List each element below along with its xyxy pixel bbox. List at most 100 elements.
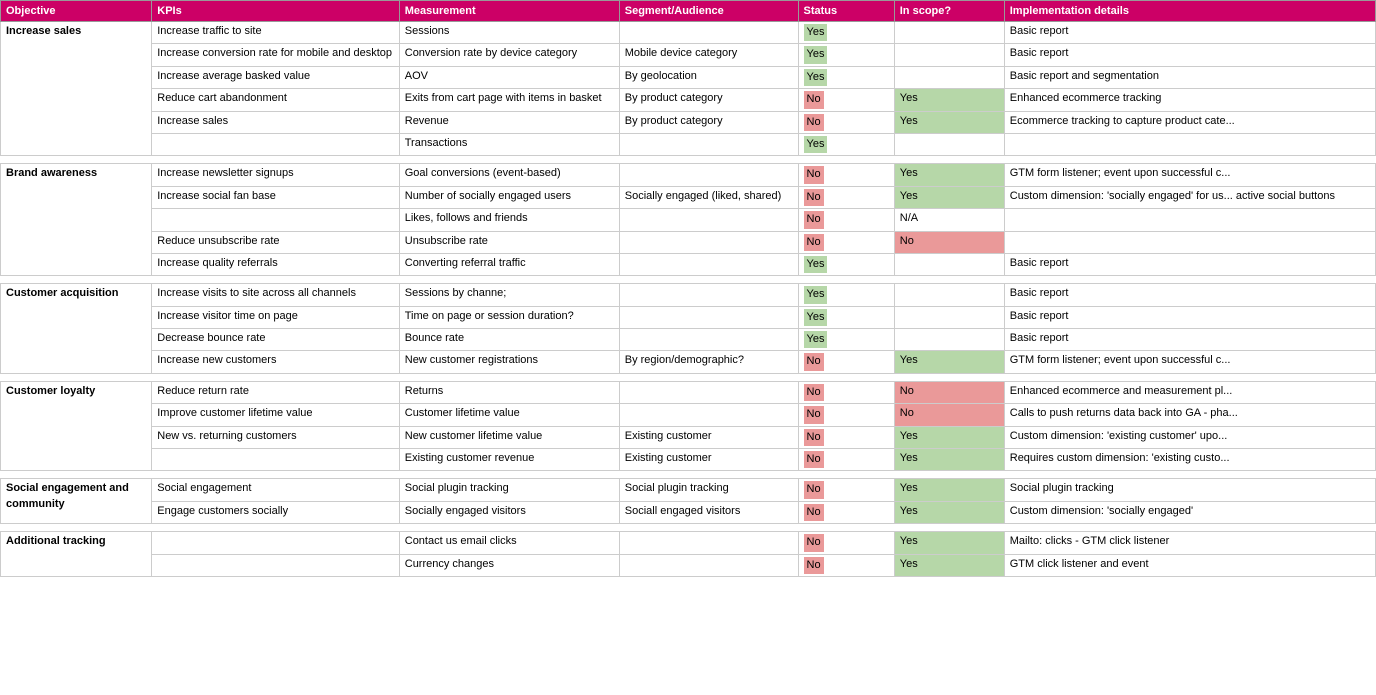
kpi-cell	[152, 532, 400, 554]
table-row: Social engagement and communitySocial en…	[1, 479, 1376, 501]
impl-cell	[1004, 231, 1375, 253]
impl-cell: Basic report	[1004, 329, 1375, 351]
kpi-cell: Engage customers socially	[152, 501, 400, 523]
inscope-cell: Yes	[894, 501, 1004, 523]
measurement-cell: Exits from cart page with items in baske…	[399, 89, 619, 111]
table-row: Customer acquisitionIncrease visits to s…	[1, 284, 1376, 306]
segment-cell	[619, 133, 798, 155]
impl-cell: GTM form listener; event upon successful…	[1004, 351, 1375, 373]
measurement-cell: New customer lifetime value	[399, 426, 619, 448]
inscope-cell	[894, 133, 1004, 155]
kpi-cell	[152, 133, 400, 155]
status-cell: No	[798, 426, 894, 448]
status-cell: No	[798, 209, 894, 231]
measurement-cell: Converting referral traffic	[399, 253, 619, 275]
header-impl: Implementation details	[1004, 1, 1375, 22]
measurement-cell: Socially engaged visitors	[399, 501, 619, 523]
status-cell: No	[798, 111, 894, 133]
kpi-cell: Increase sales	[152, 111, 400, 133]
kpi-cell: Increase visitor time on page	[152, 306, 400, 328]
kpi-cell: Increase quality referrals	[152, 253, 400, 275]
impl-cell: Calls to push returns data back into GA …	[1004, 404, 1375, 426]
segment-cell	[619, 554, 798, 576]
status-cell: No	[798, 404, 894, 426]
kpi-cell: Improve customer lifetime value	[152, 404, 400, 426]
inscope-cell	[894, 329, 1004, 351]
segment-cell: Existing customer	[619, 449, 798, 471]
header-kpis: KPIs	[152, 1, 400, 22]
measurement-cell: Conversion rate by device category	[399, 44, 619, 66]
table-row: Increase salesRevenueBy product category…	[1, 111, 1376, 133]
status-cell: Yes	[798, 44, 894, 66]
kpi-cell: Social engagement	[152, 479, 400, 501]
kpi-cell: Increase newsletter signups	[152, 164, 400, 186]
impl-cell: Requires custom dimension: 'existing cus…	[1004, 449, 1375, 471]
segment-cell: By product category	[619, 89, 798, 111]
status-cell: Yes	[798, 22, 894, 44]
inscope-cell: N/A	[894, 209, 1004, 231]
table-row: Decrease bounce rateBounce rateYesBasic …	[1, 329, 1376, 351]
objective-cell: Additional tracking	[1, 532, 152, 577]
measurement-cell: Bounce rate	[399, 329, 619, 351]
inscope-cell	[894, 22, 1004, 44]
inscope-cell	[894, 306, 1004, 328]
status-cell: No	[798, 449, 894, 471]
impl-cell: Ecommerce tracking to capture product ca…	[1004, 111, 1375, 133]
objective-cell: Social engagement and community	[1, 479, 152, 524]
table-row: Currency changesNoYesGTM click listener …	[1, 554, 1376, 576]
measurement-cell: Social plugin tracking	[399, 479, 619, 501]
segment-cell: By product category	[619, 111, 798, 133]
impl-cell: Basic report	[1004, 22, 1375, 44]
status-cell: No	[798, 501, 894, 523]
status-cell: Yes	[798, 306, 894, 328]
objective-cell: Brand awareness	[1, 164, 152, 276]
measurement-cell: Time on page or session duration?	[399, 306, 619, 328]
impl-cell: Basic report and segmentation	[1004, 66, 1375, 88]
kpi-cell: Increase traffic to site	[152, 22, 400, 44]
status-cell: No	[798, 164, 894, 186]
table-row: Reduce cart abandonmentExits from cart p…	[1, 89, 1376, 111]
segment-cell	[619, 164, 798, 186]
measurement-cell: Existing customer revenue	[399, 449, 619, 471]
table-row: Increase quality referralsConverting ref…	[1, 253, 1376, 275]
kpi-cell: Increase average basked value	[152, 66, 400, 88]
impl-cell: Custom dimension: 'existing customer' up…	[1004, 426, 1375, 448]
status-cell: No	[798, 231, 894, 253]
segment-cell	[619, 532, 798, 554]
table-row: Customer loyaltyReduce return rateReturn…	[1, 381, 1376, 403]
table-row: Existing customer revenueExisting custom…	[1, 449, 1376, 471]
kpi-cell: Increase new customers	[152, 351, 400, 373]
header-measurement: Measurement	[399, 1, 619, 22]
impl-cell: Custom dimension: 'socially engaged' for…	[1004, 186, 1375, 208]
table-header: Objective KPIs Measurement Segment/Audie…	[1, 1, 1376, 22]
header-status: Status	[798, 1, 894, 22]
status-cell: Yes	[798, 253, 894, 275]
kpi-cell: New vs. returning customers	[152, 426, 400, 448]
segment-cell	[619, 306, 798, 328]
table-row: Likes, follows and friendsNoN/A	[1, 209, 1376, 231]
kpi-cell: Increase social fan base	[152, 186, 400, 208]
status-cell: No	[798, 186, 894, 208]
inscope-cell: Yes	[894, 449, 1004, 471]
measurement-cell: Unsubscribe rate	[399, 231, 619, 253]
kpi-cell: Decrease bounce rate	[152, 329, 400, 351]
impl-cell: Basic report	[1004, 44, 1375, 66]
inscope-cell: Yes	[894, 426, 1004, 448]
kpi-cell: Reduce cart abandonment	[152, 89, 400, 111]
measurement-cell: New customer registrations	[399, 351, 619, 373]
impl-cell: Basic report	[1004, 306, 1375, 328]
inscope-cell: Yes	[894, 351, 1004, 373]
status-cell: No	[798, 89, 894, 111]
impl-cell: Enhanced ecommerce and measurement pl...	[1004, 381, 1375, 403]
table-row: Increase salesIncrease traffic to siteSe…	[1, 22, 1376, 44]
inscope-cell	[894, 284, 1004, 306]
table-row: Improve customer lifetime valueCustomer …	[1, 404, 1376, 426]
inscope-cell: Yes	[894, 479, 1004, 501]
status-cell: Yes	[798, 284, 894, 306]
inscope-cell: No	[894, 404, 1004, 426]
status-cell: Yes	[798, 133, 894, 155]
status-cell: Yes	[798, 66, 894, 88]
status-cell: No	[798, 351, 894, 373]
segment-cell	[619, 231, 798, 253]
table-row: Increase average basked valueAOVBy geolo…	[1, 66, 1376, 88]
